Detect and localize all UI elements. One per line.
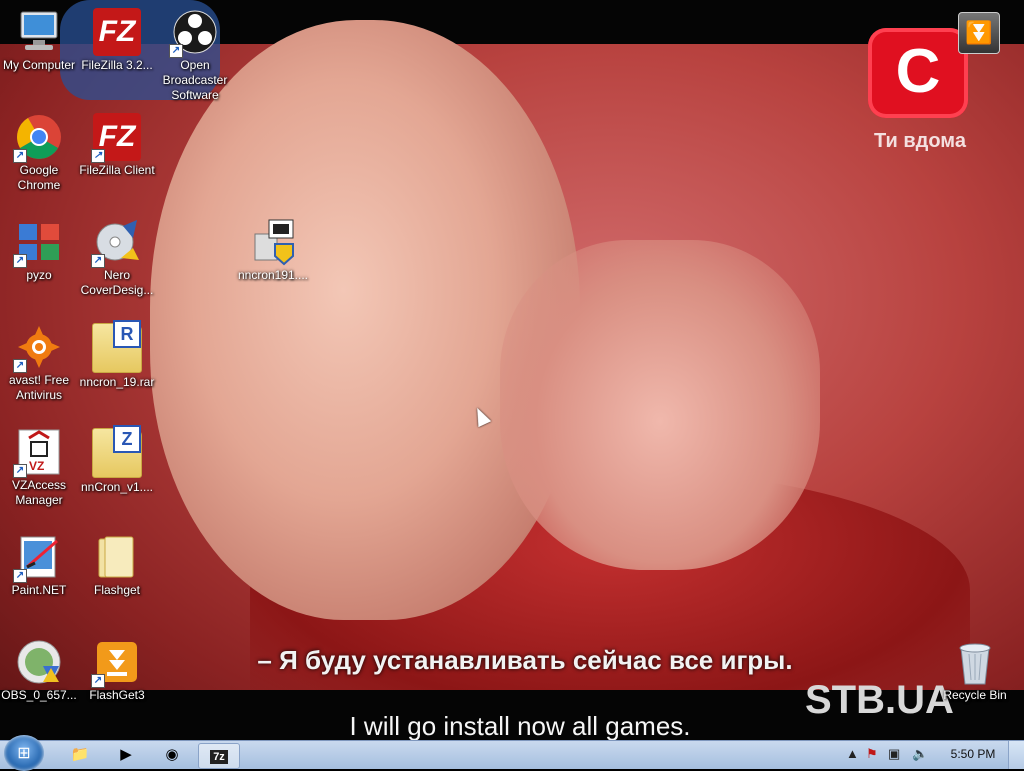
shortcut-arrow-icon: ↗	[13, 464, 27, 478]
subtitle-english: I will go install now all games.	[349, 711, 691, 740]
desktop-icon-nncron-installer[interactable]: nncron191....	[234, 218, 312, 283]
wallpaper-hand	[500, 240, 820, 570]
desktop-icon-flashget3[interactable]: ↗ FlashGet3	[78, 638, 156, 703]
desktop-icon-recycle-bin[interactable]: Recycle Bin	[936, 638, 1014, 703]
desktop-icon-pyzo[interactable]: ↗ pyzo	[0, 218, 78, 283]
shortcut-arrow-icon: ↗	[13, 359, 27, 373]
subtitle-russian: – Я буду устанавливать сейчас все игры.	[257, 645, 793, 675]
chrome-icon: ↗	[13, 113, 63, 163]
channel-watermark: STB.UA	[805, 678, 954, 722]
rar-archive-icon: R	[92, 320, 142, 373]
desktop-icon-avast[interactable]: ↗ avast! Free Antivirus	[0, 323, 78, 403]
shortcut-arrow-icon: ↗	[13, 569, 27, 583]
desktop-icon-nncron-zip[interactable]: Z nnCron_v1....	[78, 425, 156, 495]
taskbar-clock[interactable]: 5:50 PM	[950, 747, 996, 761]
desktop-icon-filezilla-client[interactable]: FZ ↗ FileZilla Client	[78, 113, 156, 178]
paintnet-icon: ↗	[13, 533, 63, 583]
windows-logo-icon: ⊞	[17, 745, 31, 762]
avast-icon: ↗	[13, 323, 63, 373]
show-desktop-button[interactable]	[1008, 741, 1024, 769]
taskbar-explorer-button[interactable]: 📁	[60, 743, 100, 767]
7zip-icon: 7z	[210, 750, 228, 764]
desktop-icon-vzaccess[interactable]: VZ ↗ VZAccess Manager	[0, 428, 78, 508]
obs-installer-icon	[15, 638, 63, 686]
channel-tagline: Ти вдома	[874, 130, 966, 152]
desktop-icon-paint-net[interactable]: ↗ Paint.NET	[0, 533, 78, 598]
chrome-icon: ◉	[165, 746, 179, 763]
desktop-icon-my-computer[interactable]: My Computer	[0, 8, 78, 73]
shortcut-arrow-icon: ↗	[13, 254, 27, 268]
taskbar-7zip-button[interactable]: 7z	[198, 743, 240, 769]
volume-icon[interactable]: 🔈	[912, 746, 928, 762]
taskbar-chrome-button[interactable]: ◉	[152, 743, 192, 767]
installer-icon	[249, 218, 297, 266]
filezilla-icon: FZ ↗	[91, 113, 141, 163]
network-icon[interactable]: ▣	[888, 746, 900, 762]
desktop-icon-flashget-folder[interactable]: Flashget	[78, 533, 156, 598]
folder-icon	[93, 533, 141, 581]
filezilla-icon: FZ	[93, 8, 141, 56]
desktop-icon-google-chrome[interactable]: ↗ Google Chrome	[0, 113, 78, 193]
obs-icon: ↗	[169, 8, 219, 58]
action-center-icon[interactable]: ⚑	[866, 746, 878, 762]
desktop-icon-obs[interactable]: ↗ Open Broadcaster Software	[156, 8, 234, 103]
desktop-icon-nncron-rar[interactable]: R nncron_19.rar	[78, 320, 156, 390]
zip-archive-icon: Z	[92, 425, 142, 478]
taskbar-media-player-button[interactable]: ▶	[106, 743, 146, 767]
tray-expand-icon[interactable]: ▲	[846, 746, 859, 761]
shortcut-arrow-icon: ↗	[91, 674, 105, 688]
media-player-icon: ▶	[120, 746, 132, 763]
desktop-icon-obs-installer[interactable]: OBS_0_657...	[0, 638, 78, 703]
shortcut-arrow-icon: ↗	[13, 149, 27, 163]
start-button[interactable]: ⊞	[4, 735, 44, 771]
shortcut-arrow-icon: ↗	[91, 254, 105, 268]
channel-logo: C	[868, 28, 968, 118]
svg-text:VZ: VZ	[29, 459, 44, 473]
scroll-down-icon[interactable]: ⏬	[958, 12, 1000, 54]
shortcut-arrow-icon: ↗	[91, 149, 105, 163]
nero-icon: ↗	[91, 218, 141, 268]
pyzo-icon: ↗	[13, 218, 63, 268]
explorer-icon: 📁	[70, 746, 90, 763]
computer-icon	[15, 8, 63, 56]
desktop-icon-filezilla-installer[interactable]: FZ FileZilla 3.2...	[78, 8, 156, 73]
taskbar: ⊞ 📁 ▶ ◉ 7z ▲ ⚑ ▣ 🔈 5:50 PM	[0, 735, 1024, 771]
vzaccess-icon: VZ ↗	[13, 428, 63, 478]
shortcut-arrow-icon: ↗	[169, 44, 183, 58]
recycle-bin-icon	[951, 638, 999, 686]
desktop-icon-nero-coverdesigner[interactable]: ↗ Nero CoverDesig...	[78, 218, 156, 298]
flashget-icon: ↗	[91, 638, 141, 688]
